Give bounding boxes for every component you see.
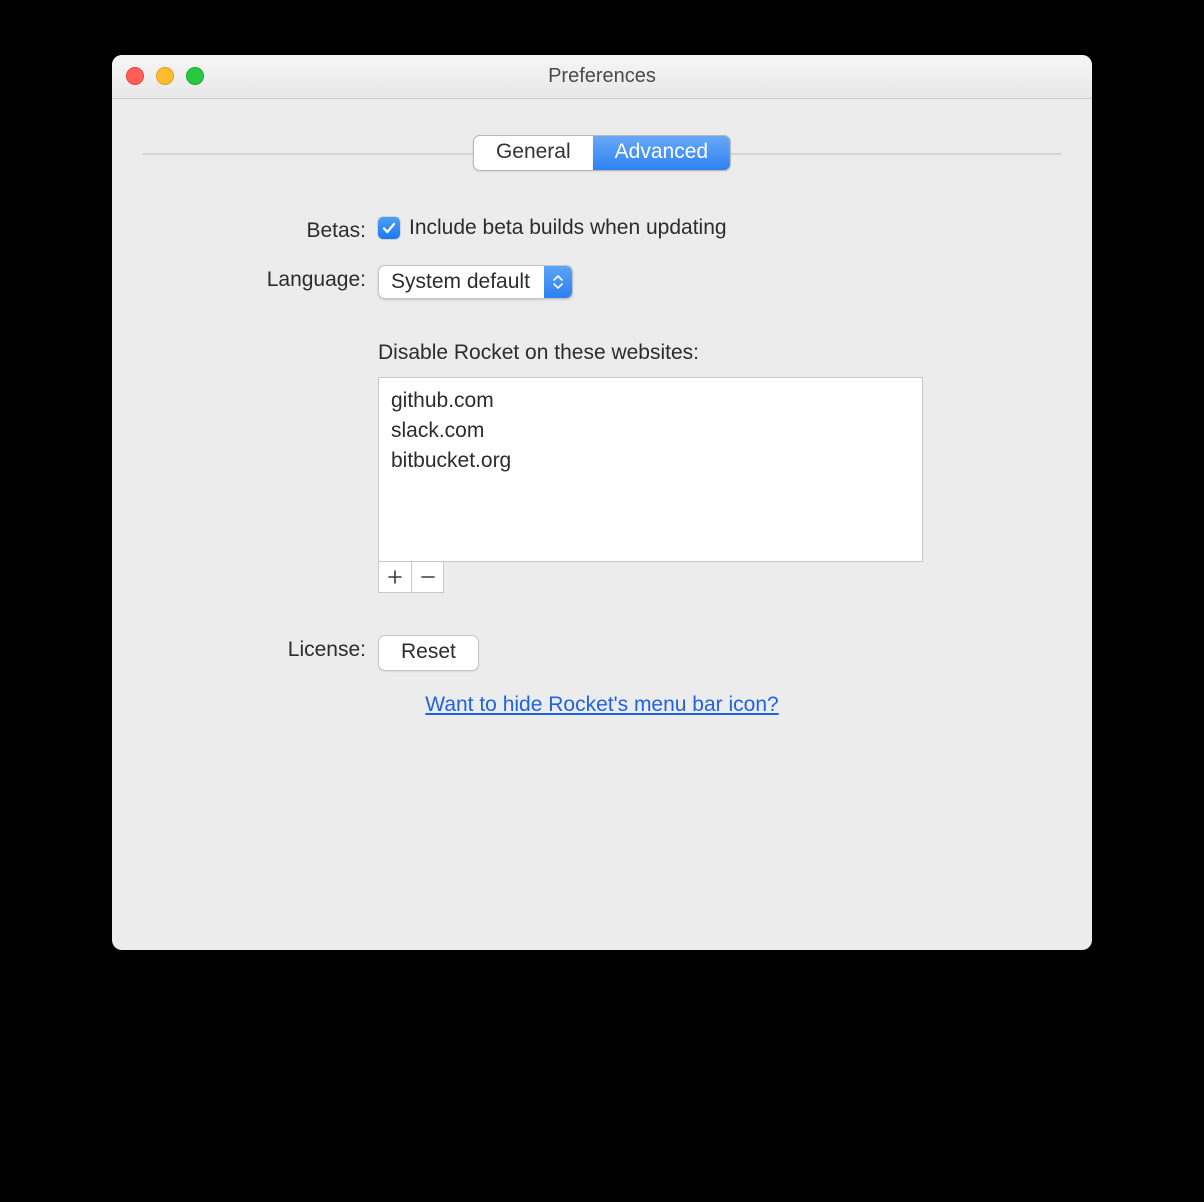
window-controls (126, 67, 204, 85)
minimize-icon[interactable] (156, 67, 174, 85)
language-popup[interactable]: System default (378, 265, 573, 299)
list-item[interactable]: github.com (391, 386, 910, 416)
window-title: Preferences (112, 65, 1092, 88)
language-label: Language: (143, 265, 378, 292)
tab-control: General Advanced (473, 135, 731, 171)
segmented-tabs: General Advanced (473, 135, 731, 171)
check-icon (382, 221, 396, 235)
row-license: License: Reset (143, 635, 1061, 671)
preferences-window: Preferences General Advanced Betas: (112, 55, 1092, 950)
betas-text: Include beta builds when updating (409, 216, 727, 240)
betas-label: Betas: (143, 216, 378, 243)
row-betas: Betas: Include beta builds when updating (143, 216, 1061, 243)
blocklist-add-remove (378, 562, 444, 593)
language-value: System default (379, 266, 544, 298)
tab-advanced[interactable]: Advanced (593, 136, 730, 170)
popup-arrows-icon (544, 266, 572, 298)
list-item[interactable]: slack.com (391, 416, 910, 446)
row-language: Language: System default (143, 265, 1061, 299)
hide-menubar-link[interactable]: Want to hide Rocket's menu bar icon? (425, 693, 778, 716)
close-icon[interactable] (126, 67, 144, 85)
blocklist-label: Disable Rocket on these websites: (378, 341, 699, 365)
remove-button[interactable] (411, 562, 443, 592)
reset-button[interactable]: Reset (378, 635, 479, 671)
add-button[interactable] (379, 562, 411, 592)
titlebar: Preferences (112, 55, 1092, 99)
zoom-icon[interactable] (186, 67, 204, 85)
tab-general[interactable]: General (474, 136, 593, 170)
betas-checkbox[interactable] (378, 217, 400, 239)
chevron-down-icon (553, 283, 563, 289)
license-label: License: (143, 635, 378, 662)
betas-checkbox-row: Include beta builds when updating (378, 216, 727, 240)
hint-row: Want to hide Rocket's menu bar icon? (143, 693, 1061, 717)
row-blocklist: Disable Rocket on these websites: github… (143, 341, 1061, 593)
blocklist-listbox[interactable]: github.com slack.com bitbucket.org (378, 377, 923, 562)
form: Betas: Include beta builds when updating (143, 216, 1061, 717)
chevron-up-icon (553, 275, 563, 281)
minus-icon (421, 570, 435, 584)
plus-icon (388, 570, 402, 584)
list-item[interactable]: bitbucket.org (391, 446, 910, 476)
